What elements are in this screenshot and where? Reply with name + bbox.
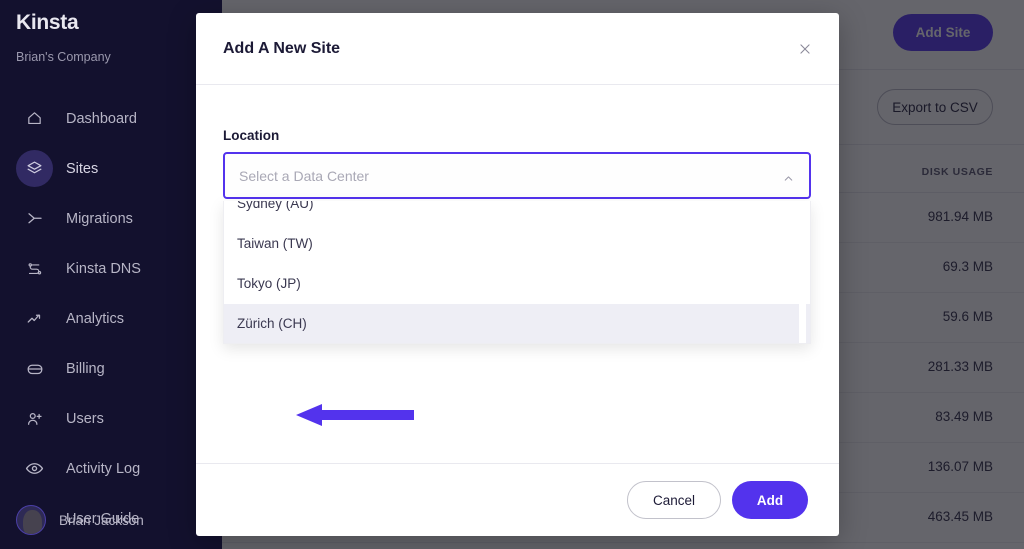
page-title: Add A New Site <box>223 40 341 57</box>
sidebar-item-dashboard[interactable]: Dashboard <box>0 100 222 137</box>
chevron-up-icon[interactable] <box>780 170 796 186</box>
location-label: Location <box>223 128 280 143</box>
sidebar-item-label: Analytics <box>66 310 125 327</box>
sidebar-profile[interactable]: Brian Jackson <box>16 505 144 535</box>
user-add-icon <box>16 400 53 437</box>
sidebar-item-label: Kinsta DNS <box>66 260 141 277</box>
migration-icon <box>16 200 53 237</box>
analytics-icon <box>16 300 53 337</box>
close-icon[interactable] <box>791 35 819 63</box>
sidebar-item-sites[interactable]: Sites <box>0 150 222 187</box>
add-button[interactable]: Add <box>732 481 808 519</box>
modal-header: Add A New Site <box>196 13 839 85</box>
sidebar-nav: Dashboard Sites Migrations Kinsta DNS An… <box>0 100 222 549</box>
list-item[interactable]: Zürich (CH) <box>224 304 810 343</box>
eye-icon <box>16 450 53 487</box>
list-item[interactable]: Taiwan (TW) <box>224 224 810 264</box>
sidebar-item-analytics[interactable]: Analytics <box>0 300 222 337</box>
app-screen: Add Site Export to CSV DISK USAGE 981.94… <box>0 0 1024 549</box>
sidebar-item-label: Activity Log <box>66 460 141 477</box>
modal-body: Location Select a Data Center Singapore … <box>196 85 839 463</box>
sidebar-item-migrations[interactable]: Migrations <box>0 200 222 237</box>
layers-icon <box>16 150 53 187</box>
dropdown-scrollbar-track <box>799 207 806 343</box>
kinsta-logo: Kinsta <box>16 11 79 34</box>
avatar <box>16 505 46 535</box>
profile-name: Brian Jackson <box>59 512 144 528</box>
sidebar-item-label: Sites <box>66 160 99 177</box>
data-center-dropdown[interactable]: Singapore (SG) South Carolina (US East 1… <box>223 201 811 344</box>
sidebar-item-kinsta-dns[interactable]: Kinsta DNS <box>0 250 222 287</box>
sidebar-item-activity-log[interactable]: Activity Log <box>0 450 222 487</box>
home-icon <box>16 100 53 137</box>
dns-icon <box>16 250 53 287</box>
data-center-select[interactable]: Select a Data Center <box>223 152 811 199</box>
cancel-button[interactable]: Cancel <box>627 481 721 519</box>
sidebar-item-label: Dashboard <box>66 110 137 127</box>
sidebar-item-label: Users <box>66 410 104 427</box>
list-item[interactable]: Tokyo (JP) <box>224 264 810 304</box>
select-placeholder: Select a Data Center <box>239 168 369 184</box>
company-name: Brian's Company <box>16 50 111 64</box>
billing-icon <box>16 350 53 387</box>
modal-footer: Cancel Add <box>196 463 839 535</box>
dropdown-list: Singapore (SG) South Carolina (US East 1… <box>224 201 810 343</box>
add-new-site-modal: Add A New Site Location Select a Data Ce… <box>196 13 839 536</box>
sidebar-item-billing[interactable]: Billing <box>0 350 222 387</box>
sidebar: Kinsta Brian's Company Dashboard Sites M… <box>0 0 222 549</box>
sidebar-item-label: Migrations <box>66 210 133 227</box>
sidebar-item-users[interactable]: Users <box>0 400 222 437</box>
sidebar-item-label: Billing <box>66 360 105 377</box>
list-item[interactable]: Sydney (AU) <box>224 201 810 224</box>
